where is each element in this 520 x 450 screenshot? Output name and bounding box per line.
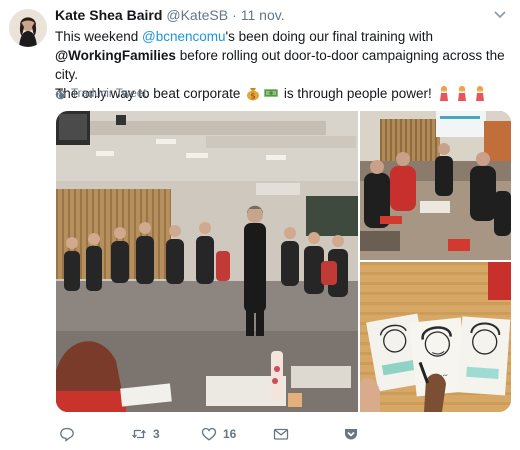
like-count: 16 bbox=[223, 427, 237, 441]
pocket-save-icon bbox=[345, 429, 357, 440]
media-grid: ~~~ bbox=[56, 111, 511, 412]
retweet-icon bbox=[132, 429, 146, 439]
svg-text:$: $ bbox=[251, 92, 256, 101]
retweet-button[interactable]: 3 bbox=[131, 426, 160, 442]
money-bag-icon: $ bbox=[247, 88, 260, 101]
tweet-text-part: 's been doing our final training with bbox=[225, 29, 434, 44]
reply-icon bbox=[60, 427, 74, 442]
heart-icon bbox=[201, 427, 217, 441]
women-group-icon bbox=[458, 86, 467, 101]
translate-tweet-link[interactable]: Traducir Tweet bbox=[55, 88, 146, 100]
save-tweet-button[interactable] bbox=[343, 426, 359, 442]
banknote-icon bbox=[264, 89, 279, 97]
photo-training-room[interactable] bbox=[56, 111, 358, 412]
globe-icon bbox=[55, 89, 66, 99]
direct-message-button[interactable] bbox=[273, 426, 289, 442]
tweet-actions: 3 16 bbox=[55, 423, 365, 445]
tweet-card: Kate Shea Baird @KateSB · 11 nov. This w… bbox=[0, 0, 520, 450]
women-group-icon bbox=[476, 86, 485, 101]
envelope-icon bbox=[273, 428, 289, 440]
mention-link[interactable]: @bcnencomu bbox=[142, 29, 226, 44]
avatar[interactable] bbox=[9, 9, 47, 47]
photo-drawings-table[interactable]: ~~~ bbox=[360, 262, 511, 412]
tweet-timestamp[interactable]: 11 nov. bbox=[241, 7, 285, 23]
header-separator: · bbox=[232, 7, 237, 23]
tweet-header: Kate Shea Baird @KateSB · 11 nov. bbox=[55, 7, 285, 25]
translate-label: Traducir Tweet bbox=[71, 88, 147, 100]
author-name[interactable]: Kate Shea Baird bbox=[55, 7, 162, 23]
chevron-down-icon[interactable] bbox=[494, 10, 506, 20]
mention-link[interactable]: @WorkingFamilies bbox=[55, 48, 176, 63]
women-group-icon bbox=[440, 86, 449, 101]
tweet-text-part: This weekend bbox=[55, 29, 143, 44]
tweet-text-part: is through people power! bbox=[280, 86, 436, 101]
retweet-count: 3 bbox=[153, 427, 160, 441]
author-handle[interactable]: @KateSB bbox=[166, 7, 228, 23]
reply-button[interactable] bbox=[59, 426, 75, 442]
like-button[interactable]: 16 bbox=[201, 426, 236, 442]
photo-workshop-group[interactable] bbox=[360, 111, 511, 260]
